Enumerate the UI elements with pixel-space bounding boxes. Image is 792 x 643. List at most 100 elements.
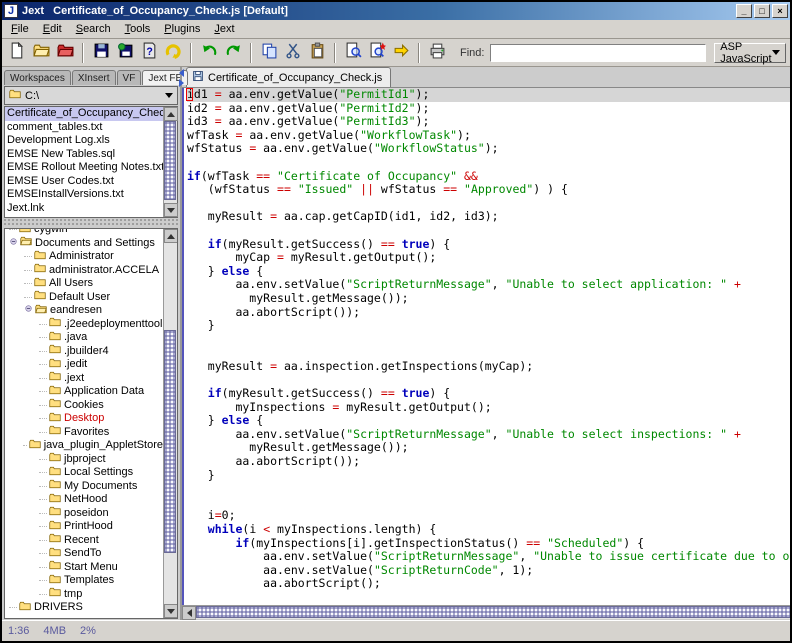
copy-icon (261, 42, 278, 64)
file-item[interactable]: EMSE Rollout Meeting Notes.txt (5, 161, 163, 175)
editor-tab-label: Certificate_of_Occupancy_Check.js (208, 72, 382, 84)
folder-icon (19, 600, 31, 617)
collapse-left-icon[interactable] (179, 69, 184, 77)
minimize-button[interactable]: _ (736, 4, 752, 18)
goto-line-button[interactable] (390, 42, 412, 64)
undo-button[interactable] (198, 42, 220, 64)
menu-tools[interactable]: Tools (118, 21, 158, 37)
file-list-scrollbar[interactable] (163, 107, 177, 217)
cpu-usage: 2% (80, 625, 96, 637)
syntax-mode-select[interactable]: ASP JavaScript (714, 43, 786, 63)
open-file-button[interactable] (30, 42, 52, 64)
code-line (187, 156, 792, 170)
sidebar-tab-workspaces[interactable]: Workspaces (4, 70, 71, 85)
tree-item[interactable]: jbproject (5, 453, 163, 467)
tree-collapse-icon[interactable] (24, 304, 33, 318)
cut-button[interactable] (282, 42, 304, 64)
collapse-right-icon[interactable] (179, 79, 184, 87)
code-line: if(wfTask == "Certificate of Occupancy" … (187, 170, 792, 184)
tree-item[interactable]: Local Settings (5, 466, 163, 480)
directory-tree: cygwinDocuments and SettingsAdministrato… (5, 228, 163, 618)
file-item[interactable]: Jext.lnk (5, 202, 163, 216)
tree-item[interactable]: .jext (5, 372, 163, 386)
editor-horizontal-scrollbar[interactable] (182, 605, 792, 620)
close-file-icon (57, 42, 74, 64)
scroll-up-icon[interactable] (164, 107, 178, 121)
code-line: myResult.getMessage()); (187, 441, 792, 455)
scroll-left-icon[interactable] (182, 606, 196, 620)
reload-file-button[interactable]: ? (138, 42, 160, 64)
copy-button[interactable] (258, 42, 280, 64)
sidebar-tab-xinsert[interactable]: XInsert (72, 70, 116, 85)
file-item[interactable]: EMSE New Tables.sql (5, 148, 163, 162)
code-line: aa.env.setValue("ScriptReturnMessage", "… (187, 550, 792, 564)
tree-item[interactable]: Cookies (5, 399, 163, 413)
tree-item[interactable]: java_plugin_AppletStore (5, 439, 163, 453)
tree-item[interactable]: Templates (5, 574, 163, 588)
tree-item[interactable]: Application Data (5, 385, 163, 399)
find-replace-button[interactable] (366, 42, 388, 64)
window-title: Jext Certificate_of_Occupancy_Check.js [… (22, 5, 736, 17)
menu-search[interactable]: Search (69, 21, 118, 37)
tree-item[interactable]: Desktop (5, 412, 163, 426)
menu-edit[interactable]: Edit (36, 21, 69, 37)
tree-item-label: Default User (49, 291, 110, 305)
menu-jext[interactable]: Jext (207, 21, 241, 37)
code-line: i=0; (187, 509, 792, 523)
undo-all-button[interactable] (162, 42, 184, 64)
tree-scrollbar[interactable] (163, 229, 177, 618)
new-file-button[interactable] (6, 42, 28, 64)
scroll-down-icon[interactable] (164, 203, 178, 217)
find-input[interactable] (490, 44, 706, 62)
cut-icon (285, 42, 302, 64)
tree-item[interactable]: My Documents (5, 480, 163, 494)
tree-item[interactable]: DRIVERS (5, 601, 163, 615)
file-item[interactable]: Development Log.xls (5, 134, 163, 148)
tree-item[interactable]: Documents and Settings (5, 237, 163, 251)
code-area[interactable]: id1 = aa.env.getValue("PermitId1");id2 =… (182, 88, 792, 605)
menu-plugins[interactable]: Plugins (157, 21, 207, 37)
code-line: } (187, 469, 792, 483)
file-item[interactable]: comment_tables.txt (5, 121, 163, 135)
drive-selector[interactable]: C:\ (4, 86, 178, 105)
print-button[interactable] (426, 42, 448, 64)
sidebar-tab-vf[interactable]: VF (117, 70, 142, 85)
close-file-button[interactable] (54, 42, 76, 64)
save-all-button[interactable] (114, 42, 136, 64)
toolbar: ? Find: ASP JavaScript (2, 39, 790, 67)
tree-item[interactable]: Administrator (5, 250, 163, 264)
horizontal-splitter[interactable] (4, 219, 178, 227)
tree-item[interactable]: .jbuilder4 (5, 345, 163, 359)
file-item[interactable]: EMSEInstallVersions.txt (5, 188, 163, 202)
tree-item[interactable]: .jedit (5, 358, 163, 372)
find-button[interactable] (342, 42, 364, 64)
menu-file[interactable]: File (4, 21, 36, 37)
tree-item[interactable]: Start Menu (5, 561, 163, 575)
tree-item[interactable]: poseidon (5, 507, 163, 521)
tree-item[interactable]: PrintHood (5, 520, 163, 534)
scroll-up-icon[interactable] (164, 229, 178, 243)
scroll-down-icon[interactable] (164, 604, 178, 618)
tree-item[interactable]: .java (5, 331, 163, 345)
tree-item[interactable]: .j2eedeploymenttool (5, 318, 163, 332)
tree-item[interactable]: administrator.ACCELA (5, 264, 163, 278)
file-item[interactable]: Certificate_of_Occupancy_Check.js (5, 107, 163, 121)
paste-button[interactable] (306, 42, 328, 64)
maximize-button[interactable]: □ (754, 4, 770, 18)
tree-collapse-icon[interactable] (9, 237, 18, 251)
close-button[interactable]: × (772, 4, 788, 18)
code-line (187, 496, 792, 510)
redo-button[interactable] (222, 42, 244, 64)
code-line: if(myResult.getSuccess() == true) { (187, 238, 792, 252)
tree-item[interactable]: NetHood (5, 493, 163, 507)
tree-item[interactable]: Recent (5, 534, 163, 548)
save-button[interactable] (90, 42, 112, 64)
tree-item[interactable]: SendTo (5, 547, 163, 561)
chevron-down-icon (165, 93, 173, 98)
tree-item[interactable]: eandresen (5, 304, 163, 318)
tree-item[interactable]: All Users (5, 277, 163, 291)
editor-tab[interactable]: Certificate_of_Occupancy_Check.js (186, 67, 391, 87)
tree-item[interactable]: Default User (5, 291, 163, 305)
file-item[interactable]: EMSE User Codes.txt (5, 175, 163, 189)
tree-item-label: DRIVERS (34, 601, 83, 615)
